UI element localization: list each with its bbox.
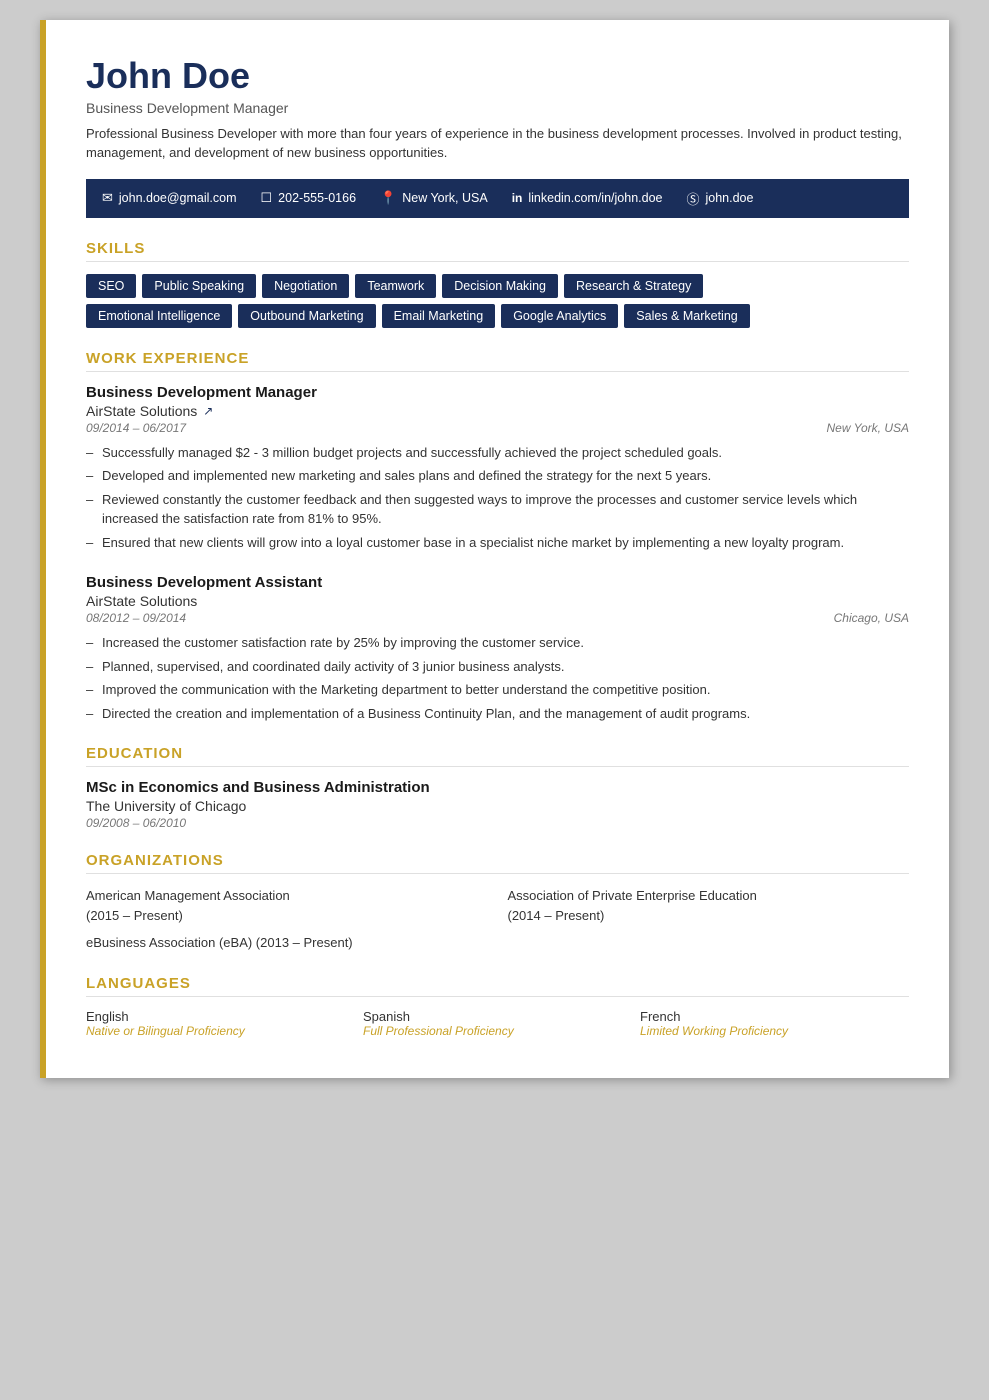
contact-email: ✉ john.doe@gmail.com [102,190,237,206]
work-experience-section: WORK EXPERIENCE Business Development Man… [86,350,909,724]
applicant-title: Business Development Manager [86,100,909,116]
languages-section: LANGUAGES EnglishNative or Bilingual Pro… [86,975,909,1038]
language-item: FrenchLimited Working Proficiency [640,1009,909,1038]
languages-title: LANGUAGES [86,975,909,997]
education-section: EDUCATION MSc in Economics and Business … [86,745,909,830]
skills-section: SKILLS SEOPublic SpeakingNegotiationTeam… [86,240,909,328]
job-bullet: Improved the communication with the Mark… [86,680,909,700]
org-item: Association of Private Enterprise Educat… [508,886,910,925]
edu-degree: MSc in Economics and Business Administra… [86,779,909,796]
job-company: AirState Solutions↗ [86,403,909,419]
skill-badge: SEO [86,274,136,298]
applicant-name: John Doe [86,56,909,96]
job-bullets: Successfully managed $2 - 3 million budg… [86,443,909,553]
job-bullets: Increased the customer satisfaction rate… [86,633,909,723]
org-item: eBusiness Association (eBA) (2013 – Pres… [86,933,909,953]
edu-dates: 09/2008 – 06/2010 [86,816,909,830]
location-icon: 📍 [380,190,396,206]
skill-badge: Sales & Marketing [624,304,749,328]
job-company: AirState Solutions [86,593,909,609]
work-experience-title: WORK EXPERIENCE [86,350,909,372]
skill-badge: Outbound Marketing [238,304,375,328]
job-title: Business Development Manager [86,384,909,401]
work-entry: Business Development Manager AirState Sol… [86,384,909,553]
external-link-icon[interactable]: ↗ [203,404,213,418]
org-item: American Management Association(2015 – P… [86,886,488,925]
job-bullet: Planned, supervised, and coordinated dai… [86,657,909,677]
contact-skype: Ⓢ john.doe [686,189,753,208]
job-location: New York, USA [827,421,909,435]
job-meta: 08/2012 – 09/2014 Chicago, USA [86,611,909,625]
job-location: Chicago, USA [834,611,909,625]
language-name: French [640,1009,909,1024]
phone-icon: ☐ [261,190,273,206]
contact-bar: ✉ john.doe@gmail.com ☐ 202-555-0166 📍 Ne… [86,179,909,218]
skill-badge: Negotiation [262,274,349,298]
contact-linkedin: in linkedin.com/in/john.doe [512,191,663,205]
linkedin-icon: in [512,191,523,205]
job-dates: 09/2014 – 06/2017 [86,421,186,435]
skill-badge: Email Marketing [382,304,496,328]
language-item: SpanishFull Professional Proficiency [363,1009,632,1038]
skill-badge: Teamwork [355,274,436,298]
organizations-grid: American Management Association(2015 – P… [86,886,909,953]
job-bullet: Developed and implemented new marketing … [86,466,909,486]
email-icon: ✉ [102,190,113,206]
job-bullet: Increased the customer satisfaction rate… [86,633,909,653]
education-title: EDUCATION [86,745,909,767]
skills-section-title: SKILLS [86,240,909,262]
skill-badge: Google Analytics [501,304,618,328]
language-level: Limited Working Proficiency [640,1024,909,1038]
skills-row-2: Emotional IntelligenceOutbound Marketing… [86,304,909,328]
job-meta: 09/2014 – 06/2017 New York, USA [86,421,909,435]
skill-badge: Emotional Intelligence [86,304,232,328]
job-bullet: Reviewed constantly the customer feedbac… [86,490,909,529]
language-name: English [86,1009,355,1024]
skill-badge: Public Speaking [142,274,256,298]
skype-icon: Ⓢ [686,189,699,208]
contact-location: 📍 New York, USA [380,190,488,206]
language-level: Native or Bilingual Proficiency [86,1024,355,1038]
job-title: Business Development Assistant [86,574,909,591]
skill-badge: Decision Making [442,274,558,298]
skills-row-1: SEOPublic SpeakingNegotiationTeamworkDec… [86,274,909,298]
resume-container: John Doe Business Development Manager Pr… [40,20,949,1078]
work-entry: Business Development Assistant AirState S… [86,574,909,723]
header-section: John Doe Business Development Manager Pr… [86,56,909,163]
organizations-title: ORGANIZATIONS [86,852,909,874]
contact-phone: ☐ 202-555-0166 [261,190,357,206]
language-level: Full Professional Proficiency [363,1024,632,1038]
language-name: Spanish [363,1009,632,1024]
job-bullet: Ensured that new clients will grow into … [86,533,909,553]
applicant-summary: Professional Business Developer with mor… [86,124,909,163]
languages-grid: EnglishNative or Bilingual Proficiency Sp… [86,1009,909,1038]
organizations-section: ORGANIZATIONS American Management Associ… [86,852,909,953]
job-bullet: Directed the creation and implementation… [86,704,909,724]
edu-school: The University of Chicago [86,798,909,814]
job-dates: 08/2012 – 09/2014 [86,611,186,625]
language-item: EnglishNative or Bilingual Proficiency [86,1009,355,1038]
education-entry: MSc in Economics and Business Administra… [86,779,909,830]
skill-badge: Research & Strategy [564,274,703,298]
job-bullet: Successfully managed $2 - 3 million budg… [86,443,909,463]
